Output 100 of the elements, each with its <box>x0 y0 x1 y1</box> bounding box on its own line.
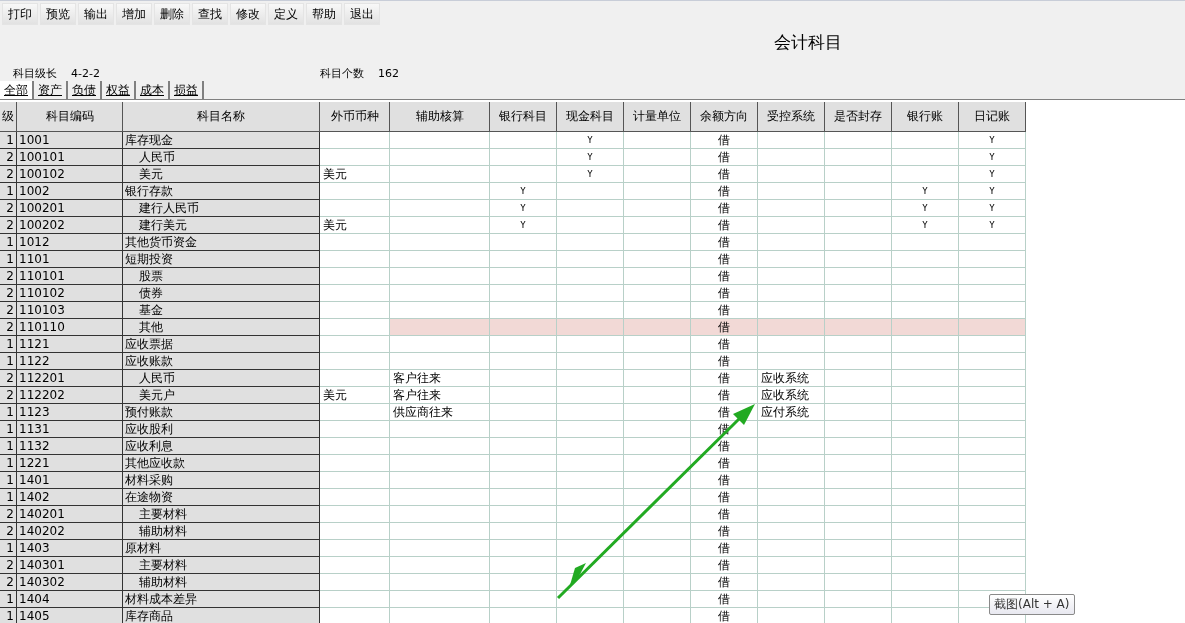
table-cell <box>557 234 624 251</box>
table-cell <box>320 472 390 489</box>
table-cell <box>758 302 825 319</box>
level-cell: 1 <box>0 234 17 251</box>
table-cell <box>624 268 691 285</box>
code-cell: 100101 <box>17 149 123 166</box>
table-cell <box>624 506 691 523</box>
table-cell <box>490 387 557 404</box>
name-cell: 股票 <box>123 268 320 285</box>
table-cell: 美元 <box>320 166 390 183</box>
column-header: 科目编码 <box>17 102 123 132</box>
table-cell <box>758 489 825 506</box>
table-cell <box>490 472 557 489</box>
name-cell: 库存商品 <box>123 608 320 623</box>
table-cell <box>892 591 959 608</box>
table-cell <box>758 540 825 557</box>
table-cell <box>490 319 557 336</box>
table-cell: Y <box>490 200 557 217</box>
code-cell: 100102 <box>17 166 123 183</box>
table-cell <box>758 523 825 540</box>
table-cell: 借 <box>691 166 758 183</box>
table-cell <box>758 506 825 523</box>
table-cell <box>959 523 1026 540</box>
column-header: 日记账 <box>959 102 1026 132</box>
code-cell: 1121 <box>17 336 123 353</box>
table-cell <box>490 523 557 540</box>
table-cell <box>624 472 691 489</box>
table-cell <box>557 506 624 523</box>
table-cell <box>959 268 1026 285</box>
table-cell <box>825 506 892 523</box>
toolbar-button[interactable]: 预览 <box>40 3 76 25</box>
table-cell <box>758 166 825 183</box>
table-cell <box>892 455 959 472</box>
level-cell: 2 <box>0 302 17 319</box>
table-cell <box>320 540 390 557</box>
table-cell: Y <box>490 217 557 234</box>
code-cell: 1122 <box>17 353 123 370</box>
table-cell <box>557 438 624 455</box>
table-cell: Y <box>892 183 959 200</box>
table-cell: Y <box>959 149 1026 166</box>
toolbar-button[interactable]: 查找 <box>192 3 228 25</box>
table-cell <box>320 319 390 336</box>
column-header: 现金科目 <box>557 102 624 132</box>
table-cell <box>758 183 825 200</box>
table-cell <box>320 336 390 353</box>
name-cell: 主要材料 <box>123 557 320 574</box>
table-cell <box>490 268 557 285</box>
table-cell <box>959 489 1026 506</box>
level-cell: 1 <box>0 353 17 370</box>
table-cell <box>825 489 892 506</box>
table-cell <box>490 370 557 387</box>
table-cell <box>624 217 691 234</box>
count-label: 科目个数 <box>319 65 364 81</box>
table-cell <box>490 591 557 608</box>
table-cell <box>825 217 892 234</box>
category-tab[interactable]: 全部 <box>0 81 34 99</box>
toolbar-button[interactable]: 帮助 <box>306 3 342 25</box>
table-cell: 借 <box>691 149 758 166</box>
table-cell <box>959 472 1026 489</box>
level-cell: 2 <box>0 370 17 387</box>
table-cell <box>825 268 892 285</box>
name-cell: 辅助材料 <box>123 523 320 540</box>
table-cell <box>825 353 892 370</box>
table-cell: Y <box>959 200 1026 217</box>
table-cell <box>959 557 1026 574</box>
toolbar-button[interactable]: 删除 <box>154 3 190 25</box>
toolbar-button[interactable]: 增加 <box>116 3 152 25</box>
table-cell: Y <box>959 132 1026 149</box>
table-cell <box>959 370 1026 387</box>
table-cell <box>557 268 624 285</box>
table-cell <box>320 234 390 251</box>
level-cell: 2 <box>0 387 17 404</box>
table-cell <box>892 268 959 285</box>
table-cell <box>320 455 390 472</box>
table-cell <box>490 506 557 523</box>
table-cell <box>758 557 825 574</box>
table-cell <box>320 268 390 285</box>
level-cell: 2 <box>0 574 17 591</box>
name-cell: 美元户 <box>123 387 320 404</box>
toolbar-button[interactable]: 输出 <box>78 3 114 25</box>
level-cell: 1 <box>0 455 17 472</box>
table-cell <box>892 353 959 370</box>
toolbar-button[interactable]: 打印 <box>2 3 38 25</box>
toolbar-button[interactable]: 定义 <box>268 3 304 25</box>
table-cell <box>624 183 691 200</box>
table-cell: 借 <box>691 370 758 387</box>
table-cell <box>892 149 959 166</box>
table-cell <box>557 302 624 319</box>
table-cell <box>758 438 825 455</box>
toolbar-button[interactable]: 修改 <box>230 3 266 25</box>
table-cell <box>490 302 557 319</box>
table-cell <box>320 438 390 455</box>
toolbar-button[interactable]: 退出 <box>344 3 380 25</box>
table-cell <box>624 387 691 404</box>
name-cell: 美元 <box>123 166 320 183</box>
table-cell: 借 <box>691 251 758 268</box>
table-cell <box>825 336 892 353</box>
table-cell: 借 <box>691 132 758 149</box>
name-cell: 短期投资 <box>123 251 320 268</box>
table-cell: 借 <box>691 489 758 506</box>
